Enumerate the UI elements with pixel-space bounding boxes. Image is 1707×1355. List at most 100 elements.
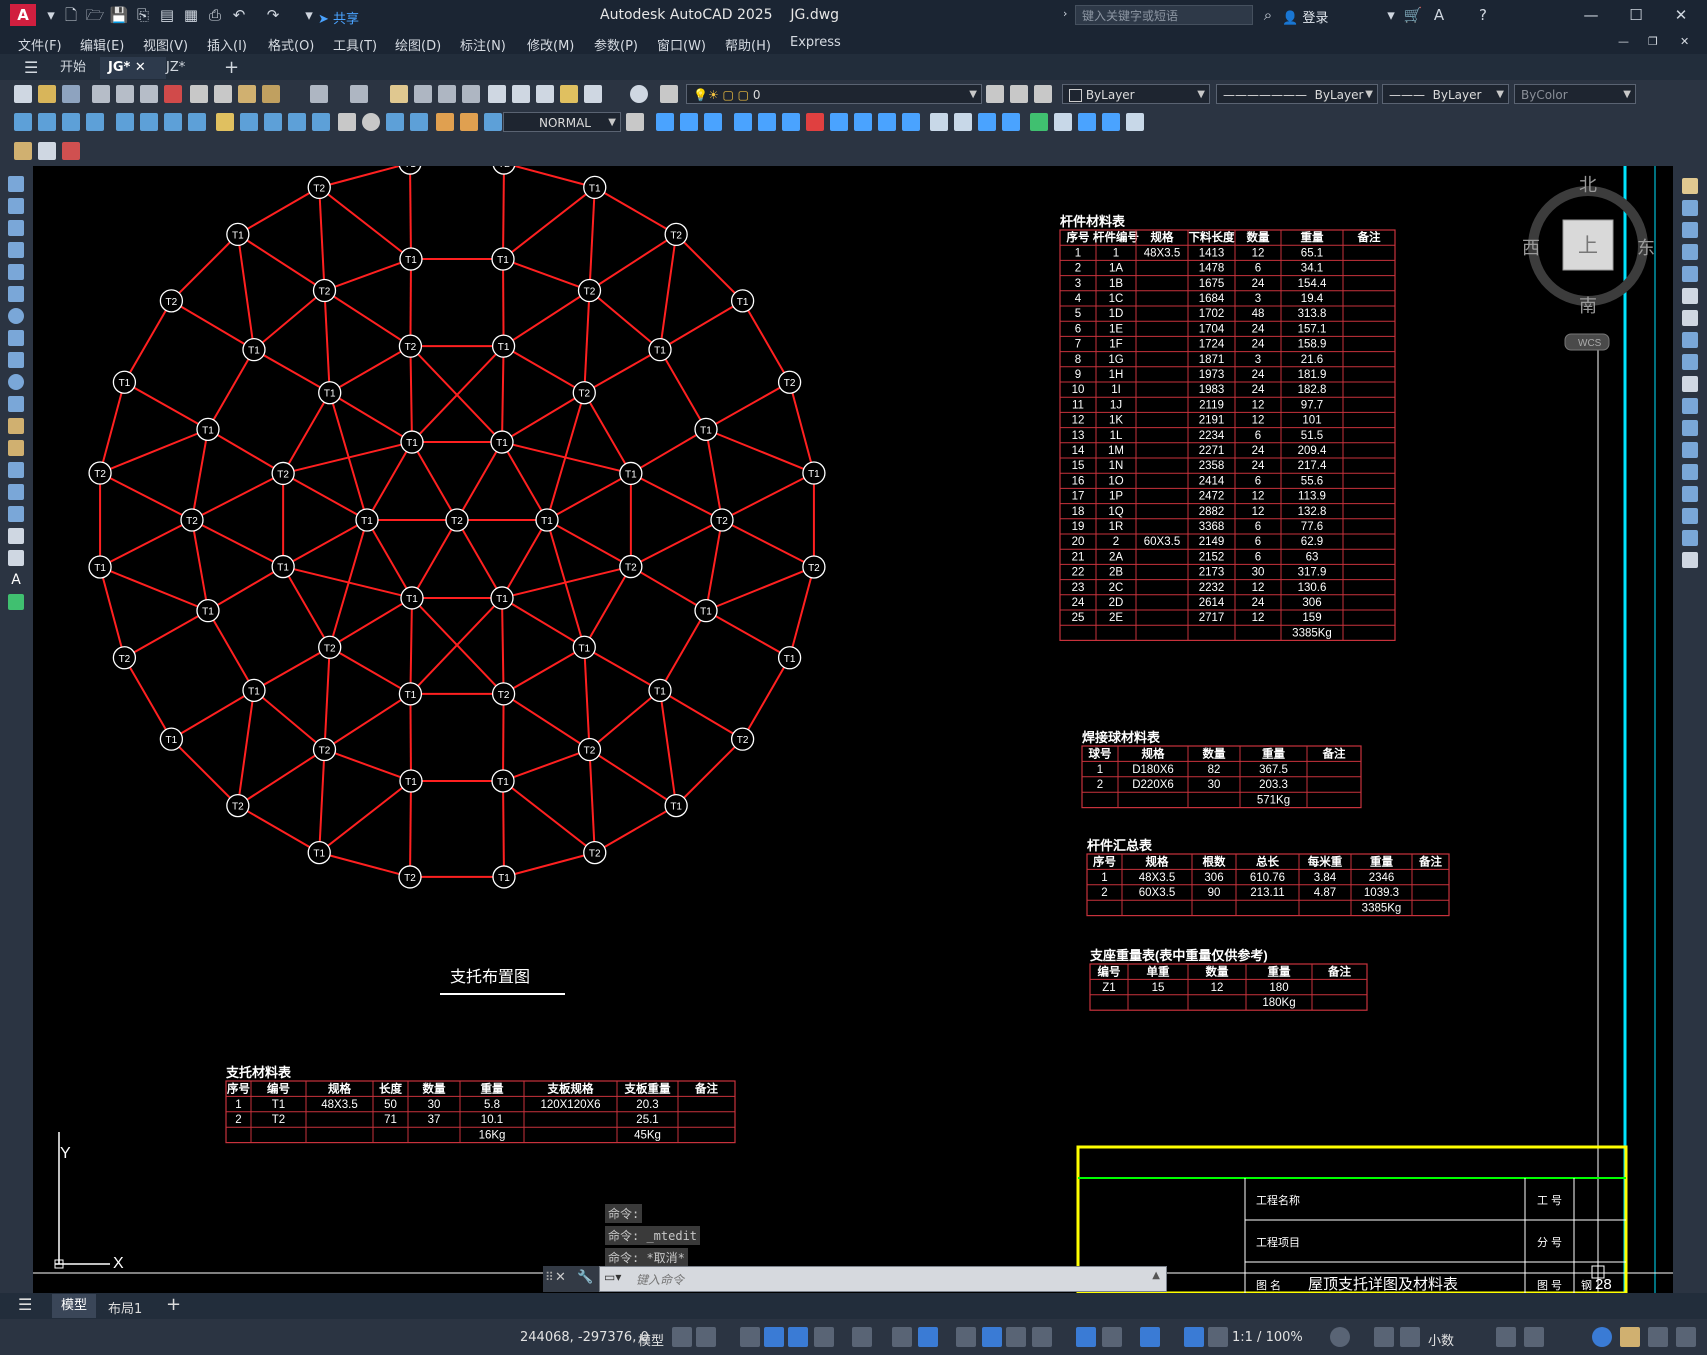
maximize-icon[interactable]: ☐	[1625, 4, 1647, 26]
diameter-dim-icon[interactable]	[164, 113, 182, 131]
layout-wizard-icon[interactable]	[62, 142, 80, 160]
isodraft-icon[interactable]	[852, 1327, 872, 1347]
drawing-svg[interactable]: T2 T1 T1 T1 T1 T1 T1 T1 T2 T1 T2 T1 T2 T1 T2 T1 T2 T1 T2 T2…	[33, 166, 1673, 1293]
command-grip-icon[interactable]: ⠿	[545, 1270, 554, 1284]
menu-window[interactable]: 窗口(W)	[657, 35, 706, 54]
thicken-icon[interactable]	[1002, 113, 1020, 131]
zoom-previous-icon[interactable]	[462, 85, 480, 103]
autodesk-account-icon[interactable]: A	[1428, 4, 1450, 26]
layer-properties-icon[interactable]	[660, 85, 678, 103]
rotate-3d-icon[interactable]	[1054, 113, 1072, 131]
menu-help[interactable]: 帮助(H)	[725, 35, 771, 54]
new-file-icon[interactable]: 🗋	[60, 4, 82, 26]
tool-palettes-icon[interactable]	[536, 85, 554, 103]
intersect-icon[interactable]	[902, 113, 920, 131]
rotate-icon[interactable]	[1682, 310, 1698, 326]
share-button[interactable]: ➤ 共享	[318, 8, 359, 27]
lock-ui-icon[interactable]	[1524, 1327, 1544, 1347]
ordinate-icon[interactable]	[86, 113, 104, 131]
layout-template-icon[interactable]	[38, 142, 56, 160]
coordinate-readout[interactable]: 244068, -297376, 0	[520, 1330, 649, 1345]
grid-icon[interactable]	[672, 1327, 692, 1347]
extrude-icon[interactable]	[734, 113, 752, 131]
add-selected-icon[interactable]	[8, 594, 24, 610]
plot-preview-icon[interactable]: ▦	[180, 4, 202, 26]
break-at-point-icon[interactable]	[1682, 420, 1698, 436]
mtext-icon[interactable]: A	[8, 572, 24, 588]
cut-icon[interactable]	[190, 85, 208, 103]
tab-jz[interactable]: JZ*	[158, 57, 193, 79]
center-mark-icon[interactable]	[362, 113, 380, 131]
open-icon[interactable]	[38, 85, 56, 103]
doc-close-icon[interactable]: ✕	[1680, 35, 1689, 48]
move-3d-icon[interactable]	[1030, 113, 1048, 131]
zoom-window-icon[interactable]	[438, 85, 456, 103]
array-icon[interactable]	[1682, 266, 1698, 282]
dimstyle-combo[interactable]: NORMAL ▼	[503, 112, 621, 132]
slice-icon[interactable]	[930, 113, 948, 131]
undo-icon[interactable]: ↶	[228, 4, 250, 26]
arc-icon[interactable]	[8, 286, 24, 302]
angular-dim-icon[interactable]	[188, 113, 206, 131]
table-icon[interactable]	[8, 550, 24, 566]
search-expand-icon[interactable]: ›	[1063, 7, 1067, 20]
presspull-icon[interactable]	[758, 113, 776, 131]
publish-icon-2[interactable]	[140, 85, 158, 103]
redo-tool-icon[interactable]	[350, 85, 368, 103]
array-3d-icon[interactable]	[1102, 113, 1120, 131]
qnew-icon[interactable]	[14, 85, 32, 103]
app-menu-chevron-icon[interactable]: ▾	[40, 4, 62, 26]
mirror-icon[interactable]	[1682, 222, 1698, 238]
dim-update-icon[interactable]	[484, 113, 502, 131]
object-snap-icon[interactable]	[918, 1327, 938, 1347]
construction-line-icon[interactable]	[8, 198, 24, 214]
solid-wedge-icon[interactable]	[680, 113, 698, 131]
match-properties-icon[interactable]	[262, 85, 280, 103]
offset-icon[interactable]	[1682, 244, 1698, 260]
ellipse-arc-icon[interactable]	[8, 396, 24, 412]
save-icon[interactable]: 💾	[108, 4, 130, 26]
menu-file[interactable]: 文件(F)	[18, 35, 62, 54]
dim-style-manager-icon[interactable]	[626, 113, 644, 131]
paste-icon[interactable]	[238, 85, 256, 103]
polyline-icon[interactable]	[8, 220, 24, 236]
mirror-3d-icon[interactable]	[1126, 113, 1144, 131]
customization-icon[interactable]	[1676, 1327, 1696, 1347]
revision-cloud-icon[interactable]	[8, 330, 24, 346]
interfere-icon[interactable]	[954, 113, 972, 131]
quick-dim-icon[interactable]	[216, 113, 234, 131]
insert-block-icon[interactable]	[8, 418, 24, 434]
zoom-realtime-icon[interactable]	[414, 85, 432, 103]
new-tab-icon[interactable]: +	[216, 57, 247, 79]
doc-restore-icon[interactable]: ❐	[1648, 35, 1658, 48]
properties-icon[interactable]	[488, 85, 506, 103]
jogged-linear-icon[interactable]	[410, 113, 428, 131]
align-3d-icon[interactable]	[1078, 113, 1096, 131]
fillet-icon[interactable]	[1682, 508, 1698, 524]
infer-constraints-icon[interactable]	[740, 1327, 760, 1347]
viewcube-west[interactable]: 西	[1522, 238, 1540, 258]
units-selector[interactable]: 小数	[1428, 1330, 1454, 1349]
menu-dimension[interactable]: 标注(N)	[460, 35, 506, 54]
auto-scale-icon[interactable]	[1208, 1327, 1228, 1347]
command-customize-icon[interactable]: 🔧	[577, 1270, 593, 1285]
preview-icon[interactable]	[116, 85, 134, 103]
viewcube-east[interactable]: 东	[1637, 238, 1655, 258]
region-icon[interactable]	[8, 528, 24, 544]
model-space-button[interactable]: 模型	[638, 1330, 664, 1349]
linetype-combo[interactable]: ——————— ByLayer ▼	[1216, 84, 1378, 104]
break-icon[interactable]	[1682, 442, 1698, 458]
pdf-icon[interactable]	[164, 85, 182, 103]
add-layout-icon[interactable]: +	[166, 1294, 181, 1315]
hardware-acceleration-icon[interactable]	[1620, 1327, 1640, 1347]
menu-modify[interactable]: 修改(M)	[527, 35, 574, 54]
gizmo-icon[interactable]	[1140, 1327, 1160, 1347]
aligned-dim-icon[interactable]	[38, 113, 56, 131]
viewcube-top-label[interactable]: 上	[1578, 234, 1598, 257]
make-layer-current-icon[interactable]	[986, 85, 1004, 103]
selection-cycling-icon[interactable]	[1006, 1327, 1026, 1347]
section-icon[interactable]	[978, 113, 996, 131]
transparency-icon[interactable]	[982, 1327, 1002, 1347]
stretch-icon[interactable]	[1682, 354, 1698, 370]
dynamic-ucs-icon[interactable]	[1076, 1327, 1096, 1347]
